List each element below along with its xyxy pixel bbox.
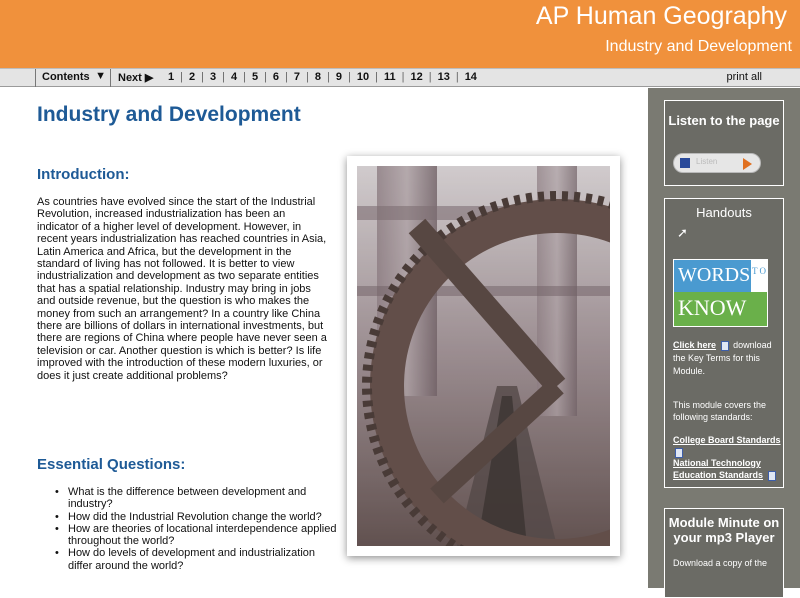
contents-label: Contents bbox=[42, 71, 90, 83]
player-label: Listen bbox=[696, 157, 718, 166]
page-link-14[interactable]: 14 bbox=[460, 71, 482, 83]
page-link-6[interactable]: 6 bbox=[268, 71, 284, 83]
document-icon bbox=[720, 340, 729, 351]
contents-dropdown[interactable]: Contents ▼ bbox=[35, 69, 111, 87]
listen-box: Listen to the page Listen bbox=[664, 100, 784, 186]
page-link-2[interactable]: 2 bbox=[184, 71, 200, 83]
play-icon[interactable] bbox=[743, 158, 752, 170]
introduction-heading: Introduction: bbox=[37, 166, 130, 183]
to-text: T O bbox=[751, 260, 767, 292]
page-link-3[interactable]: 3 bbox=[205, 71, 221, 83]
sidebar: Listen to the page Listen Handouts ➚ WOR… bbox=[648, 88, 800, 598]
page-links: 1 | 2 | 3 | 4 | 5 | 6 | 7 | 8 | 9 | 10 | 11 | 12 | 1… bbox=[163, 71, 482, 83]
words-to-know-logo[interactable]: WORDS T O KNOW bbox=[673, 259, 768, 327]
college-board-standards-link[interactable]: College Board Standards bbox=[673, 435, 781, 445]
page-link-12[interactable]: 12 bbox=[405, 71, 427, 83]
standards-item: National Technology Education Standards bbox=[673, 457, 788, 481]
page-link-11[interactable]: 11 bbox=[379, 71, 401, 83]
page-link-5[interactable]: 5 bbox=[247, 71, 263, 83]
national-technology-standards-link[interactable]: National Technology Education Standards bbox=[673, 458, 763, 480]
module-minute-box: Module Minute on your mp3 Player Downloa… bbox=[664, 508, 784, 598]
page-link-9[interactable]: 9 bbox=[331, 71, 347, 83]
click-here-link[interactable]: Click here bbox=[673, 340, 716, 350]
list-item: What is the difference between developme… bbox=[55, 486, 338, 511]
next-button[interactable]: Next ▶ bbox=[118, 71, 153, 84]
document-icon bbox=[767, 470, 776, 481]
main-content: Industry and Development Introduction: A… bbox=[0, 88, 648, 588]
essential-questions-heading: Essential Questions: bbox=[37, 456, 186, 473]
listen-title: Listen to the page bbox=[668, 113, 780, 128]
site-header: AP Human Geography Industry and Developm… bbox=[0, 0, 800, 68]
page-link-4[interactable]: 4 bbox=[226, 71, 242, 83]
handouts-title: Handouts bbox=[696, 205, 752, 220]
gear-photo bbox=[347, 156, 620, 556]
rusty-gear-image bbox=[357, 166, 610, 546]
navbar: Contents ▼ Next ▶ 1 | 2 | 3 | 4 | 5 | 6 | 7 | 8… bbox=[0, 68, 800, 87]
essential-questions-list: What is the difference between developme… bbox=[55, 486, 338, 572]
page-link-8[interactable]: 8 bbox=[310, 71, 326, 83]
page-link-1[interactable]: 1 bbox=[163, 71, 179, 83]
introduction-text: As countries have evolved since the star… bbox=[37, 196, 327, 382]
handouts-box: Handouts ➚ WORDS T O KNOW Click here dow… bbox=[664, 198, 784, 488]
cursor-icon: ➚ bbox=[677, 225, 688, 240]
list-item: How did the Industrial Revolution change… bbox=[55, 511, 338, 524]
list-item: How are theories of locational interdepe… bbox=[55, 523, 338, 548]
download-instructions: Click here download the Key Terms for th… bbox=[673, 339, 785, 378]
chevron-down-icon: ▼ bbox=[95, 70, 106, 82]
page-link-10[interactable]: 10 bbox=[352, 71, 374, 83]
page-link-7[interactable]: 7 bbox=[289, 71, 305, 83]
page-title: Industry and Development bbox=[37, 103, 301, 126]
audio-player[interactable]: Listen bbox=[673, 153, 761, 173]
module-minute-desc: Download a copy of the bbox=[673, 558, 768, 568]
print-all-link[interactable]: print all bbox=[727, 71, 762, 83]
course-title: AP Human Geography bbox=[535, 2, 787, 30]
page-link-13[interactable]: 13 bbox=[433, 71, 455, 83]
module-minute-title: Module Minute on your mp3 Player bbox=[668, 515, 780, 545]
module-title: Industry and Development bbox=[605, 38, 792, 55]
standards-item: College Board Standards bbox=[673, 434, 788, 458]
speaker-icon bbox=[680, 158, 690, 168]
know-text: KNOW bbox=[674, 292, 767, 326]
standards-intro: This module covers the following standar… bbox=[673, 400, 767, 422]
list-item: How do levels of development and industr… bbox=[55, 547, 338, 572]
